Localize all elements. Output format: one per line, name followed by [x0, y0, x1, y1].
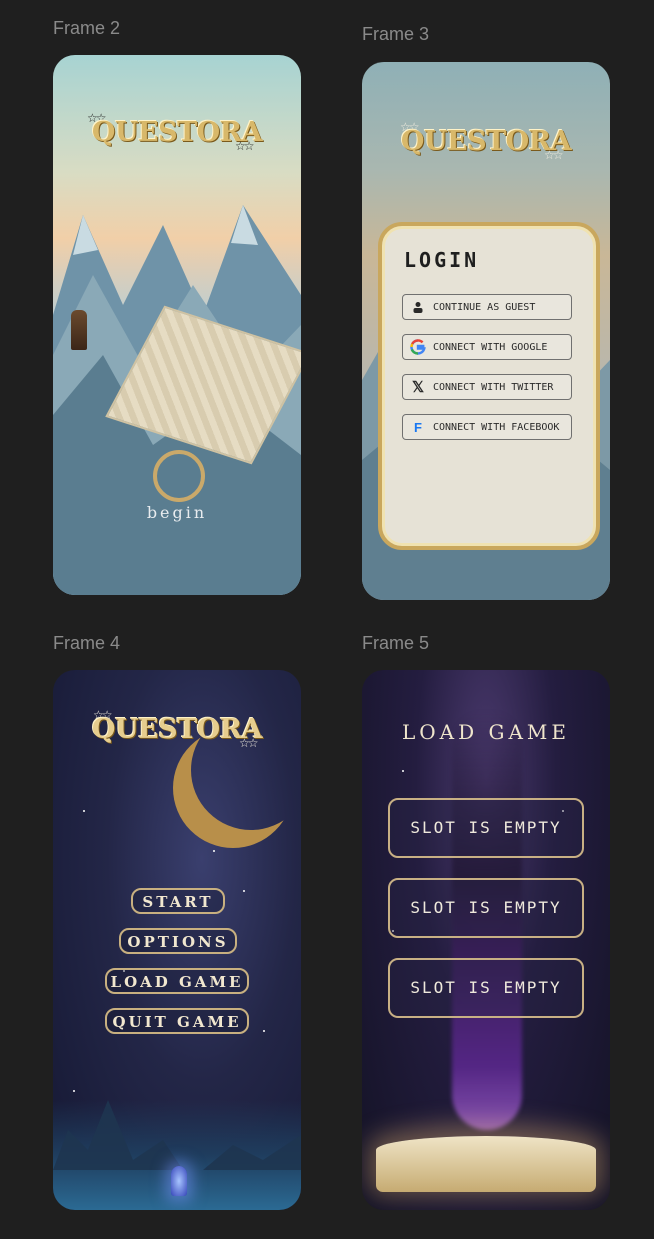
login-card: LOGIN CONTINUE AS GUEST CONNECT WITH GOO…: [378, 222, 600, 550]
continue-as-guest-button[interactable]: CONTINUE AS GUEST: [402, 294, 572, 320]
begin-ring-button[interactable]: [153, 450, 205, 502]
quit-game-button[interactable]: QUIT GAME: [105, 1008, 249, 1034]
frame-label-5: Frame 5: [362, 633, 430, 653]
load-game-button[interactable]: LOAD GAME: [105, 968, 249, 994]
save-slot-1-button[interactable]: SLOT IS EMPTY: [388, 798, 584, 858]
mountain-silhouette: [53, 1100, 301, 1170]
stars-icon: ☆☆: [235, 139, 254, 153]
continue-as-guest-label: CONTINUE AS GUEST: [433, 301, 536, 313]
wizard-figure: [171, 1166, 187, 1196]
options-button[interactable]: OPTIONS: [119, 928, 237, 954]
game-logo: QUESTORA: [91, 117, 263, 148]
game-logo: QUESTORA: [91, 714, 263, 745]
frame-label-2: Frame 2: [53, 18, 121, 38]
x-twitter-icon: 𝕏: [411, 378, 425, 396]
game-logo: QUESTORA: [400, 126, 572, 157]
frame-label-4: Frame 4: [53, 633, 121, 653]
connect-google-button[interactable]: CONNECT WITH GOOGLE: [402, 334, 572, 360]
connect-facebook-label: CONNECT WITH FACEBOOK: [433, 421, 560, 433]
start-button[interactable]: START: [131, 888, 225, 914]
facebook-icon: f: [414, 419, 422, 435]
stars-icon: ☆☆: [239, 736, 258, 750]
frame-4-main-menu-screen[interactable]: ☆☆ QUESTORA ☆☆ START OPTIONS LOAD GAME Q…: [53, 670, 301, 1210]
frame-3-login-screen[interactable]: ☆☆ QUESTORA ☆☆ LOGIN CONTINUE AS GUEST C…: [362, 62, 610, 600]
connect-facebook-button[interactable]: f CONNECT WITH FACEBOOK: [402, 414, 572, 440]
user-icon: [409, 298, 427, 316]
save-slot-3-button[interactable]: SLOT IS EMPTY: [388, 958, 584, 1018]
stars-icon: ☆☆: [544, 148, 563, 162]
save-slot-2-button[interactable]: SLOT IS EMPTY: [388, 878, 584, 938]
load-game-title: LOAD GAME: [401, 720, 570, 744]
login-title: LOGIN: [404, 248, 480, 272]
frame-label-3: Frame 3: [362, 24, 430, 44]
google-icon: [409, 338, 427, 356]
connect-twitter-label: CONNECT WITH TWITTER: [433, 381, 554, 393]
frame-2-splash-screen[interactable]: ☆☆ QUESTORA ☆☆ begin: [53, 55, 301, 595]
frame-5-load-game-screen[interactable]: LOAD GAME SLOT IS EMPTY SLOT IS EMPTY SL…: [362, 670, 610, 1210]
connect-google-label: CONNECT WITH GOOGLE: [433, 341, 548, 353]
open-book-image: [376, 1136, 596, 1192]
begin-label[interactable]: begin: [53, 503, 301, 522]
adventurer-figure: [71, 310, 87, 350]
connect-twitter-button[interactable]: 𝕏 CONNECT WITH TWITTER: [402, 374, 572, 400]
